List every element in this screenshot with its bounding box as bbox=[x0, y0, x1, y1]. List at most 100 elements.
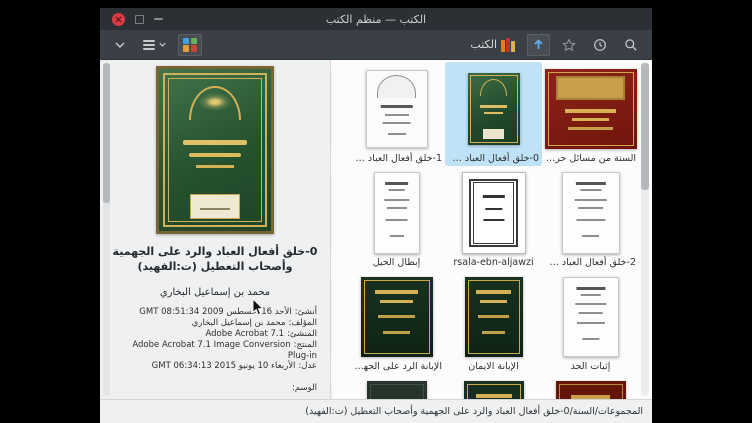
book-title-label: الإبانة الرد على الجهمية 2 bbox=[349, 360, 444, 372]
book-item[interactable] bbox=[331, 166, 348, 270]
grid-scrollbar-thumb[interactable] bbox=[641, 63, 649, 190]
book-thumb-area bbox=[366, 68, 428, 150]
cover-ornament bbox=[200, 208, 229, 210]
cover-ornament bbox=[386, 207, 406, 209]
cover-ornament bbox=[580, 294, 601, 296]
collapse-panel-button[interactable] bbox=[109, 34, 131, 56]
cover-ornament bbox=[568, 127, 612, 130]
toolbar: الكتب bbox=[100, 30, 652, 60]
grid-view-icon bbox=[183, 38, 197, 52]
cover-ornament bbox=[582, 235, 600, 237]
metadata-value: الأربعاء 10 يونيو 2015 06:34:13 GMT bbox=[152, 361, 296, 371]
metadata-row: أنشئ:الأحد 16 أغسطس 2009 08:51:34 GMT bbox=[113, 307, 317, 318]
clock-icon bbox=[593, 38, 607, 52]
book-thumb-area bbox=[556, 380, 626, 399]
cover-ornament bbox=[483, 129, 505, 138]
toolbar-right-group: الكتب bbox=[465, 34, 643, 56]
cover-ornament bbox=[582, 338, 599, 340]
cover-ornament bbox=[380, 300, 413, 303]
book-item[interactable] bbox=[348, 374, 445, 399]
book-item[interactable]: السنة من مسائل حرب … bbox=[542, 62, 639, 166]
book-title-label: الإبانة الايمان bbox=[466, 360, 520, 372]
book-cover-thumbnail bbox=[563, 277, 619, 357]
book-item[interactable]: 0-خلق أفعال العباد وا… bbox=[445, 62, 542, 166]
minimize-button[interactable] bbox=[154, 18, 163, 20]
statusbar-path: المجموعات/السنة/0-خلق أفعال العباد والرد… bbox=[305, 406, 643, 417]
book-cover-thumbnail bbox=[366, 70, 428, 148]
recent-button[interactable] bbox=[588, 34, 612, 56]
cover-ornament bbox=[578, 312, 603, 314]
cover-ornament bbox=[385, 114, 409, 116]
cover-ornament bbox=[575, 182, 605, 185]
preview-scrollbar[interactable] bbox=[103, 63, 110, 396]
book-item[interactable]: الإبانة الايمان bbox=[445, 270, 542, 374]
maximize-button[interactable] bbox=[135, 15, 144, 24]
cover-ornament bbox=[375, 290, 418, 294]
cover-ornament bbox=[191, 195, 238, 218]
cover-ornament bbox=[198, 93, 232, 111]
cover-ornament bbox=[389, 235, 403, 237]
book-cover-thumbnail bbox=[361, 277, 433, 357]
book-item[interactable] bbox=[331, 374, 348, 399]
book-cover-preview bbox=[156, 66, 274, 234]
cover-ornament bbox=[388, 189, 405, 191]
books-grid: السنة من مسائل حرب … 0-خلق أفعال العباد … bbox=[331, 62, 639, 399]
book-title-label: 0-خلق أفعال العباد وا… bbox=[446, 152, 541, 164]
cover-ornament bbox=[382, 122, 411, 124]
book-title-label: rsala-ebn-aljawzi bbox=[451, 256, 535, 268]
cover-ornament bbox=[384, 199, 410, 201]
book-item[interactable]: 1-خلق أفعال العباد وا… bbox=[348, 62, 445, 166]
cover-ornament bbox=[196, 165, 234, 168]
metadata-label: المنتج: bbox=[294, 340, 317, 350]
book-thumb-area bbox=[468, 68, 520, 150]
cover-ornament bbox=[473, 182, 514, 244]
star-icon bbox=[562, 38, 576, 52]
cover-ornament bbox=[385, 182, 409, 185]
cover-ornament bbox=[580, 189, 601, 191]
book-title-label: إثبات الحد bbox=[569, 360, 613, 372]
icon-view-button[interactable] bbox=[178, 34, 202, 56]
search-icon bbox=[624, 38, 638, 52]
metadata-value: الأحد 16 أغسطس 2009 08:51:34 GMT bbox=[139, 307, 291, 317]
mouse-cursor bbox=[252, 298, 264, 317]
cover-ornament bbox=[189, 153, 241, 157]
book-item[interactable]: إثبات الحد bbox=[542, 270, 639, 374]
titlebar[interactable]: الكتب — منظم الكتب bbox=[100, 8, 652, 30]
book-cover-thumbnail bbox=[468, 73, 520, 145]
metadata-value: Adobe Acrobat 7.1 bbox=[205, 329, 284, 339]
metadata-row: الوسم: bbox=[113, 383, 317, 394]
preview-scrollbar-thumb[interactable] bbox=[103, 63, 110, 203]
book-thumb-area bbox=[545, 68, 637, 150]
close-button[interactable] bbox=[112, 13, 125, 26]
search-button[interactable] bbox=[619, 34, 643, 56]
book-item[interactable] bbox=[445, 374, 542, 399]
view-mode-button[interactable] bbox=[138, 34, 171, 56]
book-item[interactable] bbox=[542, 374, 639, 399]
book-thumb-area bbox=[361, 276, 433, 358]
grid-scrollbar[interactable] bbox=[641, 63, 649, 396]
book-item[interactable] bbox=[331, 270, 348, 374]
favorites-button[interactable] bbox=[557, 34, 581, 56]
book-title-label: 2-خلق أفعال العباد و… bbox=[543, 256, 638, 268]
book-item[interactable]: rsala-ebn-aljawzi bbox=[445, 166, 542, 270]
book-cover-thumbnail bbox=[464, 381, 524, 399]
book-item[interactable]: إبطال الحيل bbox=[348, 166, 445, 270]
book-cover-thumbnail bbox=[367, 381, 427, 399]
cover-ornament bbox=[482, 195, 504, 198]
cover-ornament bbox=[572, 118, 609, 121]
go-up-button[interactable] bbox=[527, 34, 550, 56]
cover-ornament bbox=[478, 315, 508, 318]
metadata-label: عدل: bbox=[298, 361, 317, 371]
books-button[interactable]: الكتب bbox=[465, 34, 520, 56]
metadata-label: الوسم: bbox=[292, 383, 317, 393]
book-item[interactable] bbox=[331, 62, 348, 166]
metadata-row: المنشئ:Adobe Acrobat 7.1 bbox=[113, 329, 317, 340]
cover-ornament bbox=[183, 140, 248, 145]
metadata-value: Adobe Acrobat 7.1 Image Conversion Plug-… bbox=[132, 340, 317, 361]
book-item[interactable]: الإبانة الرد على الجهمية 2 bbox=[348, 270, 445, 374]
metadata-row: عدل:الأربعاء 10 يونيو 2015 06:34:13 GMT bbox=[113, 361, 317, 372]
content-area: 0-خلق أفعال العباد والرد على الجهمية وأص… bbox=[100, 60, 652, 399]
cover-ornament bbox=[576, 287, 605, 290]
book-item[interactable]: 2-خلق أفعال العباد و… bbox=[542, 166, 639, 270]
toolbar-left-group bbox=[109, 34, 202, 56]
